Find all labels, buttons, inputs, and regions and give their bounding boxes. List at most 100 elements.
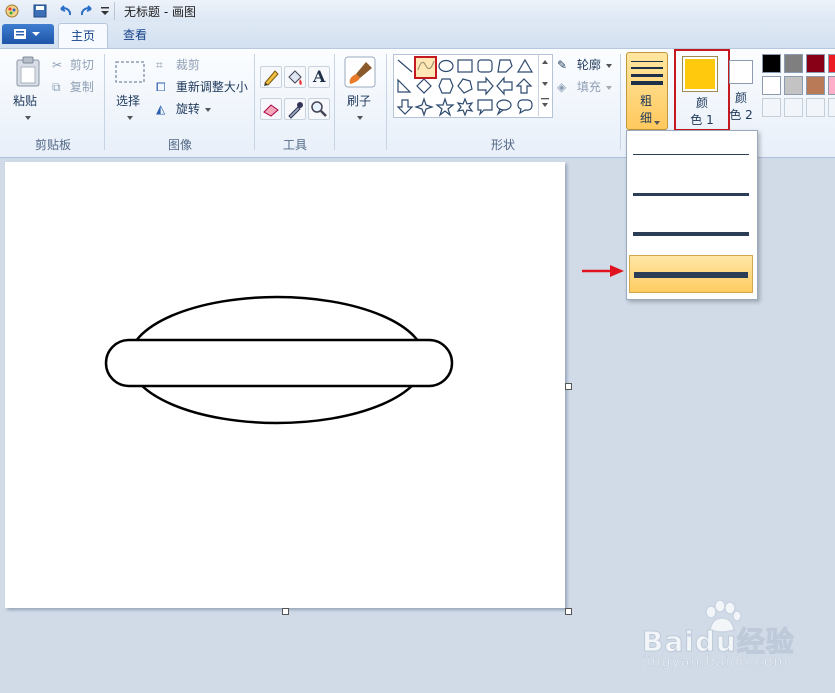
text-tool[interactable]: A (308, 66, 330, 88)
magnifier-icon (311, 101, 327, 117)
brushes-dropdown-icon[interactable] (356, 110, 364, 124)
palette-empty-slot[interactable] (806, 98, 825, 117)
file-menu-button[interactable] (2, 24, 54, 44)
pencil-tool[interactable] (260, 66, 282, 88)
palette-swatch[interactable] (828, 54, 835, 73)
palette-swatch[interactable] (784, 76, 803, 95)
group-divider (104, 54, 105, 150)
fill-button[interactable]: ◈ 填充 (557, 78, 613, 95)
shapes-gallery (393, 54, 553, 118)
line-thickness-icon (631, 61, 663, 85)
paint-app-icon[interactable] (4, 3, 20, 22)
window-title: 无标题 - 画图 (124, 5, 196, 19)
size-option-line (634, 272, 748, 278)
image-group-label: 图像 (167, 138, 192, 152)
pencil-icon (264, 70, 279, 86)
magnifier-tool[interactable] (308, 98, 330, 120)
group-divider (620, 54, 621, 150)
clipboard-icon (14, 56, 42, 91)
copy-icon: ⧉ (52, 80, 61, 94)
fill-tool[interactable] (284, 66, 306, 88)
curve-shape-selected[interactable] (414, 56, 437, 79)
canvas-drawing (104, 295, 454, 425)
color-palette (762, 54, 835, 124)
resize-icon: ⧠ (156, 80, 166, 94)
size-option-line (633, 192, 749, 196)
canvas-resize-handle-bottom[interactable] (282, 608, 289, 615)
fill-bucket-icon: ◈ (557, 80, 567, 94)
paste-button[interactable]: 粘贴 (10, 54, 46, 124)
canvas-resize-handle-right[interactable] (565, 383, 572, 390)
palette-empty-slot[interactable] (762, 98, 781, 117)
brushes-button[interactable]: 刷子 (340, 54, 380, 126)
group-divider (386, 54, 387, 150)
text-a-icon: A (313, 67, 326, 86)
size-option-5px[interactable] (629, 215, 753, 253)
size-label: 粗细 (640, 94, 653, 125)
palette-swatch[interactable] (828, 76, 835, 95)
outline-button[interactable]: ✎ 轮廓 (557, 56, 613, 73)
palette-swatch[interactable] (762, 76, 781, 95)
color2-label: 颜色 2 (729, 91, 753, 122)
color2-button[interactable]: 颜色 2 (728, 56, 754, 128)
select-label: 选择 (116, 94, 141, 108)
shapes-gallery-scroll[interactable] (538, 54, 551, 116)
select-button[interactable]: 选择 (112, 56, 148, 126)
palette-swatch[interactable] (784, 54, 803, 73)
eraser-icon (263, 104, 279, 117)
crop-icon: ⌗ (156, 58, 163, 72)
color1-button[interactable]: 颜色 1 (674, 49, 730, 131)
outline-label: 轮廓 (576, 58, 601, 72)
red-arrow-annotation (582, 265, 624, 277)
rotate-dropdown-icon[interactable] (204, 102, 212, 116)
crop-button[interactable]: ⌗ 裁剪 (156, 56, 200, 73)
cut-button[interactable]: ✂ 剪切 (52, 56, 94, 73)
palette-swatch[interactable] (762, 54, 781, 73)
size-option-3px[interactable] (629, 175, 753, 213)
copy-button[interactable]: ⧉ 复制 (52, 78, 94, 95)
select-dropdown-icon[interactable] (126, 110, 134, 124)
palette-swatch[interactable] (806, 76, 825, 95)
size-option-8px[interactable] (629, 255, 753, 293)
drawing-canvas[interactable] (5, 162, 565, 608)
copy-label: 复制 (69, 80, 94, 94)
group-divider (334, 54, 335, 150)
paste-dropdown-icon[interactable] (24, 110, 32, 124)
gallery-scroll-arrows-icon (541, 60, 549, 107)
resize-button[interactable]: ⧠ 重新调整大小 (156, 78, 248, 95)
tab-home[interactable]: 主页 (58, 23, 108, 49)
rotate-icon: ◭ (156, 102, 166, 116)
customize-quick-access-icon[interactable] (100, 4, 110, 21)
rotate-button[interactable]: ◭ 旋转 (156, 100, 212, 117)
outline-pen-icon: ✎ (557, 58, 568, 72)
size-button[interactable]: 粗细 (626, 52, 668, 130)
capsule-shape (104, 338, 454, 388)
color2-swatch (729, 60, 753, 84)
size-option-line (633, 153, 749, 155)
color1-label: 颜色 1 (690, 96, 714, 127)
palette-swatch[interactable] (806, 54, 825, 73)
color1-frame (682, 56, 718, 92)
eraser-tool[interactable] (260, 98, 282, 120)
palette-empty-slot[interactable] (828, 98, 835, 117)
size-dropdown-menu (626, 130, 758, 300)
canvas-resize-handle-corner[interactable] (565, 608, 572, 615)
tab-view[interactable]: 查看 (112, 24, 158, 46)
clipboard-group-label: 剪贴板 (34, 138, 71, 152)
brushes-label: 刷子 (347, 94, 372, 108)
paint-bucket-icon (288, 70, 302, 85)
color1-swatch (685, 59, 715, 89)
rotate-label: 旋转 (175, 102, 200, 116)
save-icon[interactable] (32, 3, 48, 22)
title-bar: 无标题 - 画图 (0, 0, 835, 23)
baidu-watermark: Baidu经验 jingyan.baidu.com (640, 600, 830, 680)
redo-icon[interactable] (78, 3, 96, 22)
palette-empty-slot[interactable] (784, 98, 803, 117)
color-picker-tool[interactable] (284, 98, 306, 120)
crop-label: 裁剪 (175, 58, 200, 72)
file-menu-icon (14, 28, 44, 43)
undo-icon[interactable] (56, 3, 74, 22)
size-option-1px[interactable] (629, 135, 753, 173)
ribbon-tab-row: 主页 查看 (0, 22, 835, 49)
resize-label: 重新调整大小 (175, 80, 248, 94)
